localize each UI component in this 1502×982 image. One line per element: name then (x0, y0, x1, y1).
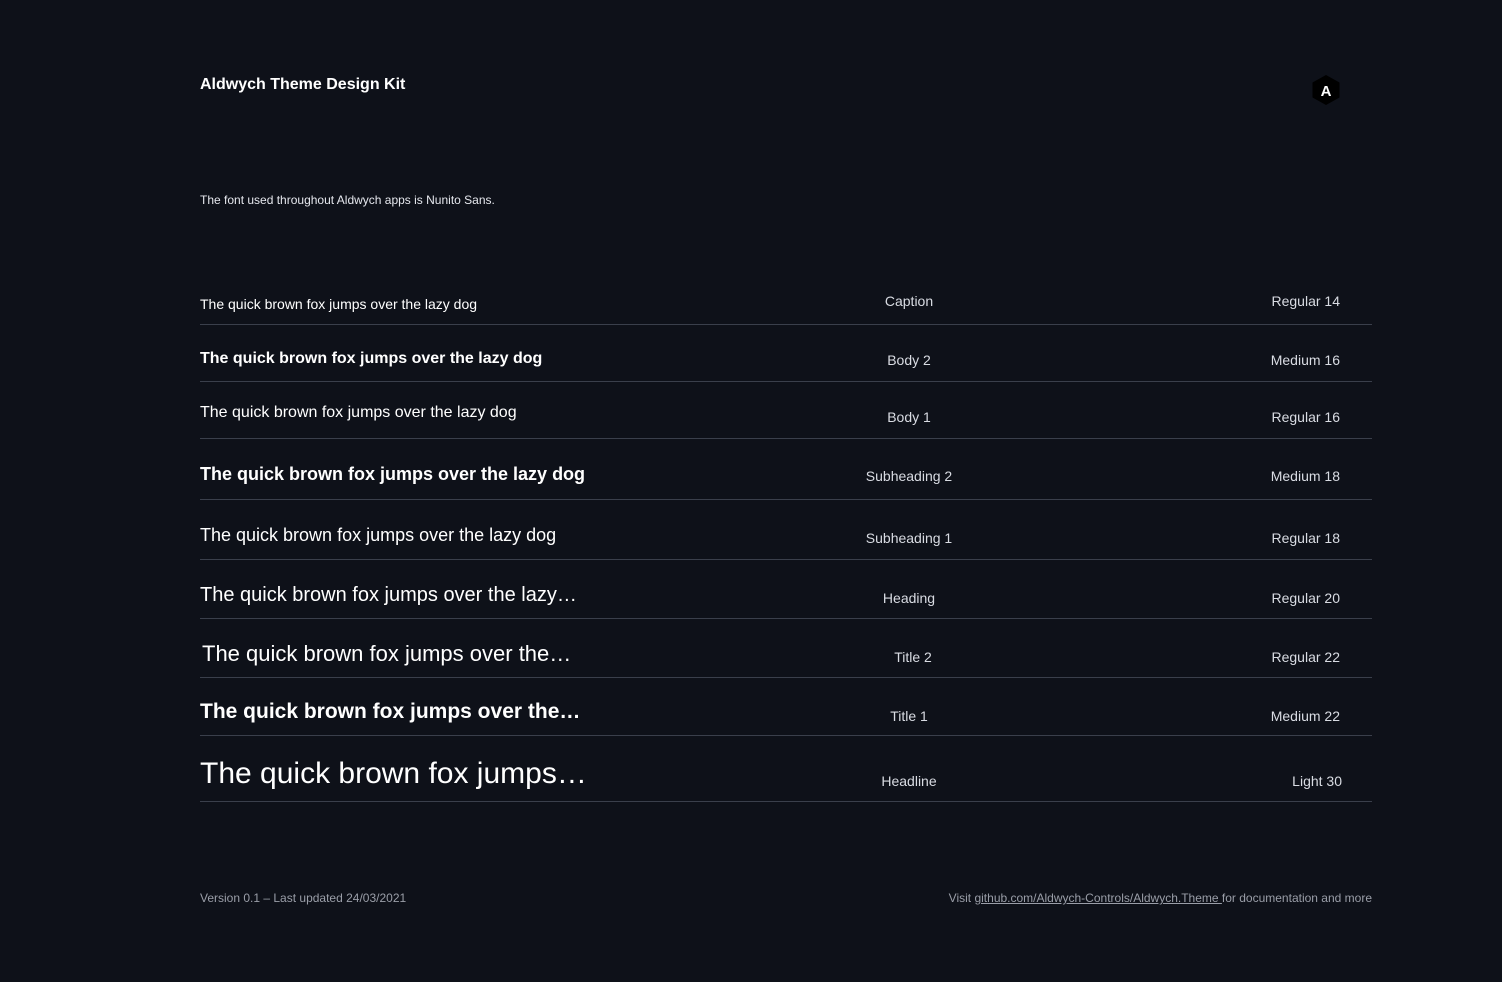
type-weight-size: Regular 20 (1271, 590, 1341, 606)
type-row-heading: The quick brown fox jumps over the lazy…… (200, 578, 1372, 619)
type-style-name: Title 2 (894, 649, 932, 665)
type-sample: The quick brown fox jumps over the lazy… (200, 584, 577, 606)
type-row-title-2: The quick brown fox jumps over the… Titl… (200, 637, 1372, 678)
visit-suffix: for documentation and more (1221, 891, 1372, 905)
type-style-name: Caption (884, 293, 934, 309)
type-weight-size: Medium 22 (1270, 708, 1340, 724)
documentation-note: Visit github.com/Aldwych-Controls/Aldwyc… (949, 891, 1372, 905)
type-sample: The quick brown fox jumps over the lazy … (200, 525, 557, 545)
type-row-subheading-2: The quick brown fox jumps over the lazy … (200, 456, 1372, 500)
type-weight-size: Regular 16 (1271, 409, 1341, 425)
font-intro-text: The font used throughout Aldwych apps is… (200, 193, 495, 207)
version-info: Version 0.1 – Last updated 24/03/2021 (200, 891, 407, 905)
github-link[interactable]: github.com/Aldwych-Controls/Aldwych.Them… (974, 891, 1221, 905)
type-style-name: Body 2 (887, 352, 931, 368)
type-sample: The quick brown fox jumps… (200, 757, 587, 790)
svg-text:A: A (1321, 83, 1332, 100)
type-weight-size: Medium 16 (1270, 352, 1340, 368)
type-style-name: Subheading 2 (865, 468, 953, 484)
type-row-body-1: The quick brown fox jumps over the lazy … (200, 400, 1372, 439)
type-style-name: Heading (882, 590, 936, 606)
type-sample: The quick brown fox jumps over the… (202, 641, 572, 666)
type-row-title-1: The quick brown fox jumps over the… Titl… (200, 696, 1372, 736)
type-row-subheading-1: The quick brown fox jumps over the lazy … (200, 518, 1372, 560)
type-weight-size: Light 30 (1292, 773, 1342, 789)
type-row-body-2: The quick brown fox jumps over the lazy … (200, 343, 1372, 382)
type-style-name: Body 1 (887, 409, 931, 425)
type-sample: The quick brown fox jumps over the lazy … (200, 404, 517, 421)
type-weight-size: Medium 18 (1270, 468, 1340, 484)
type-row-caption: The quick brown fox jumps over the lazy … (200, 287, 1372, 325)
type-sample: The quick brown fox jumps over the lazy … (200, 464, 586, 484)
type-sample: The quick brown fox jumps over the… (200, 700, 581, 723)
type-weight-size: Regular 18 (1271, 530, 1341, 546)
aldwych-hexagon-logo-icon: A (1312, 75, 1340, 105)
type-weight-size: Regular 22 (1271, 649, 1341, 665)
type-weight-size: Regular 14 (1271, 293, 1341, 309)
type-style-name: Title 1 (890, 708, 928, 724)
visit-prefix: Visit (948, 891, 975, 905)
page-title: Aldwych Theme Design Kit (200, 76, 406, 93)
type-sample: The quick brown fox jumps over the lazy … (200, 296, 478, 312)
type-style-name: Subheading 1 (865, 530, 953, 546)
type-row-headline: The quick brown fox jumps… Headline Ligh… (200, 754, 1372, 802)
type-style-name: Headline (881, 773, 937, 789)
type-sample: The quick brown fox jumps over the lazy … (200, 350, 543, 367)
